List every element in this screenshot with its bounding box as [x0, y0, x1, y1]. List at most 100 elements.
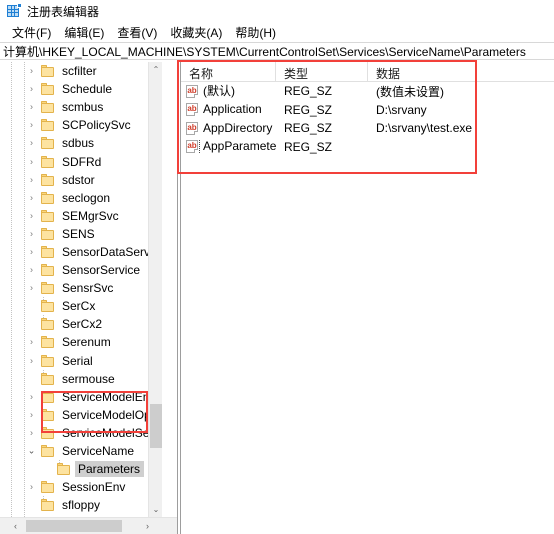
- scroll-up-icon[interactable]: ⌃: [149, 62, 163, 77]
- menu-edit[interactable]: 编辑(E): [58, 22, 111, 43]
- chevron-right-icon[interactable]: ›: [26, 391, 37, 402]
- tree-item-scpolicysvc[interactable]: › SCPolicySvc: [0, 116, 162, 134]
- tree-item-sercx[interactable]: SerCx: [0, 297, 162, 315]
- tree-item-label: SEMgrSvc: [62, 208, 119, 223]
- address-bar[interactable]: 计算机\HKEY_LOCAL_MACHINE\SYSTEM\CurrentCon…: [0, 42, 554, 60]
- folder-icon: [41, 137, 55, 150]
- tree-horizontal-scrollbar[interactable]: ‹ ›: [0, 517, 177, 534]
- tree-hscroll-thumb[interactable]: [26, 520, 122, 532]
- tree-item-label: Schedule: [62, 82, 113, 97]
- tree-item-serenum[interactable]: › Serenum: [0, 333, 162, 351]
- tree-item-sens[interactable]: › SENS: [0, 225, 162, 243]
- chevron-right-icon[interactable]: ›: [26, 138, 37, 149]
- value-row[interactable]: ab Application REG_SZ D:\srvany: [181, 101, 554, 120]
- tree-item-seclogon[interactable]: › seclogon: [0, 189, 162, 207]
- chevron-right-icon[interactable]: ›: [26, 66, 37, 77]
- chevron-right-icon[interactable]: ›: [26, 102, 37, 113]
- tree-item-servicemodeloperatic[interactable]: › ServiceModelOperatic: [0, 406, 162, 424]
- tree-item-label: scfilter: [62, 64, 97, 79]
- tree-item-scfilter[interactable]: › scfilter: [0, 62, 162, 80]
- value-row[interactable]: abAppParameters REG_SZ: [181, 138, 554, 157]
- chevron-right-icon[interactable]: ›: [26, 156, 37, 167]
- title-bar: 注册表编辑器: [0, 0, 554, 22]
- value-name-cell: ab Application: [181, 102, 276, 117]
- tree-item-sensrsvc[interactable]: › SensrSvc: [0, 279, 162, 297]
- tree-item-label: SDFRd: [62, 154, 102, 169]
- column-header-type[interactable]: 类型: [276, 62, 368, 81]
- column-header-name[interactable]: 名称: [181, 62, 276, 81]
- values-list[interactable]: ab (默认) REG_SZ (数值未设置) ab Application REG_SZ D:…: [181, 82, 554, 156]
- tree-item-sdfrd[interactable]: › SDFRd: [0, 152, 162, 170]
- menu-help[interactable]: 帮助(H): [229, 22, 283, 43]
- tree-item-sermouse[interactable]: sermouse: [0, 369, 162, 388]
- tree-item-serial[interactable]: › Serial: [0, 352, 162, 370]
- tree-item-sensordataservice[interactable]: › SensorDataService: [0, 243, 162, 261]
- string-value-icon: ab: [186, 84, 198, 98]
- tree-item-sensorservice[interactable]: › SensorService: [0, 261, 162, 279]
- registry-tree-pane: › scfilter › Schedule › scmbus › SCPolicySvc › sd…: [0, 62, 177, 534]
- chevron-right-icon[interactable]: ›: [26, 427, 37, 438]
- folder-icon: [41, 300, 55, 313]
- tree-item-label: SensorDataService: [62, 244, 162, 259]
- chevron-right-icon[interactable]: ›: [26, 355, 37, 366]
- chevron-right-icon[interactable]: ›: [26, 192, 37, 203]
- chevron-right-icon[interactable]: ›: [26, 482, 37, 493]
- scroll-right-icon[interactable]: ›: [140, 518, 155, 534]
- tree-item-sdstor[interactable]: › sdstor: [0, 171, 162, 189]
- tree-item-servicename[interactable]: ⌄ ServiceName: [0, 442, 162, 460]
- menu-view[interactable]: 查看(V): [111, 22, 164, 43]
- tree-item-label: SensorService: [62, 263, 141, 278]
- values-column-header: 名称 类型 数据: [181, 62, 554, 82]
- tree-item-label: seclogon: [62, 190, 111, 205]
- scroll-left-icon[interactable]: ‹: [8, 518, 23, 534]
- folder-icon: [41, 426, 55, 439]
- registry-tree[interactable]: › scfilter › Schedule › scmbus › SCPolicySvc › sd…: [0, 62, 162, 517]
- chevron-right-icon[interactable]: ›: [26, 283, 37, 294]
- tree-item-label: SCPolicySvc: [62, 118, 131, 133]
- tree-item-label: sfloppy: [62, 498, 101, 513]
- string-value-icon: ab: [186, 140, 198, 154]
- tree-item-schedule[interactable]: › Schedule: [0, 80, 162, 98]
- chevron-right-icon[interactable]: ›: [26, 228, 37, 239]
- folder-icon: [41, 481, 55, 494]
- chevron-right-icon[interactable]: ›: [26, 120, 37, 131]
- column-header-data[interactable]: 数据: [368, 62, 554, 81]
- value-row[interactable]: ab (默认) REG_SZ (数值未设置): [181, 82, 554, 101]
- value-name: Application: [203, 102, 262, 117]
- tree-item-servicemodelendpoin[interactable]: › ServiceModelEndpoin: [0, 388, 162, 406]
- value-row[interactable]: ab AppDirectory REG_SZ D:\srvany\test.exe: [181, 119, 554, 138]
- tree-item-sfloppy[interactable]: sfloppy: [0, 496, 162, 514]
- chevron-right-icon[interactable]: ›: [26, 174, 37, 185]
- tree-vertical-scrollbar[interactable]: ⌃ ⌄: [148, 62, 162, 517]
- value-name-cell: ab (默认): [181, 84, 276, 99]
- scroll-down-icon[interactable]: ⌄: [149, 502, 163, 517]
- tree-item-label: Serial: [62, 353, 93, 368]
- tree-item-servicemodelservice-3[interactable]: › ServiceModelService 3: [0, 424, 162, 442]
- tree-item-parameters[interactable]: Parameters: [0, 460, 162, 478]
- chevron-right-icon[interactable]: ›: [26, 337, 37, 348]
- tree-item-sercx2[interactable]: SerCx2: [0, 315, 162, 333]
- tree-item-semgrsvc[interactable]: › SEMgrSvc: [0, 207, 162, 225]
- folder-icon: [57, 463, 71, 476]
- menu-bar: 文件(F) 编辑(E) 查看(V) 收藏夹(A) 帮助(H): [0, 22, 554, 42]
- tree-item-label: sdstor: [62, 172, 95, 187]
- chevron-right-icon[interactable]: ›: [26, 246, 37, 257]
- chevron-right-icon[interactable]: ›: [26, 210, 37, 221]
- tree-item-sdbus[interactable]: › sdbus: [0, 134, 162, 152]
- tree-item-scmbus[interactable]: › scmbus: [0, 98, 162, 116]
- value-type: REG_SZ: [284, 121, 333, 136]
- chevron-right-icon[interactable]: ›: [26, 84, 37, 95]
- chevron-right-icon[interactable]: ›: [26, 265, 37, 276]
- tree-scroll-thumb[interactable]: [150, 404, 162, 448]
- tree-item-label: SerCx: [62, 299, 96, 314]
- tree-item-label: SensrSvc: [62, 281, 114, 296]
- menu-favorites[interactable]: 收藏夹(A): [164, 22, 229, 43]
- registry-path: 计算机\HKEY_LOCAL_MACHINE\SYSTEM\CurrentCon…: [3, 44, 526, 59]
- tree-item-label: ServiceModelOperatic: [62, 407, 162, 422]
- tree-item-sessionenv[interactable]: › SessionEnv: [0, 478, 162, 496]
- menu-file[interactable]: 文件(F): [6, 22, 58, 43]
- chevron-right-icon[interactable]: ›: [26, 409, 37, 420]
- value-data: D:\srvany\test.exe: [376, 121, 473, 136]
- chevron-down-icon[interactable]: ⌄: [26, 446, 37, 457]
- main-content: › scfilter › Schedule › scmbus › SCPolicySvc › sd…: [0, 62, 554, 534]
